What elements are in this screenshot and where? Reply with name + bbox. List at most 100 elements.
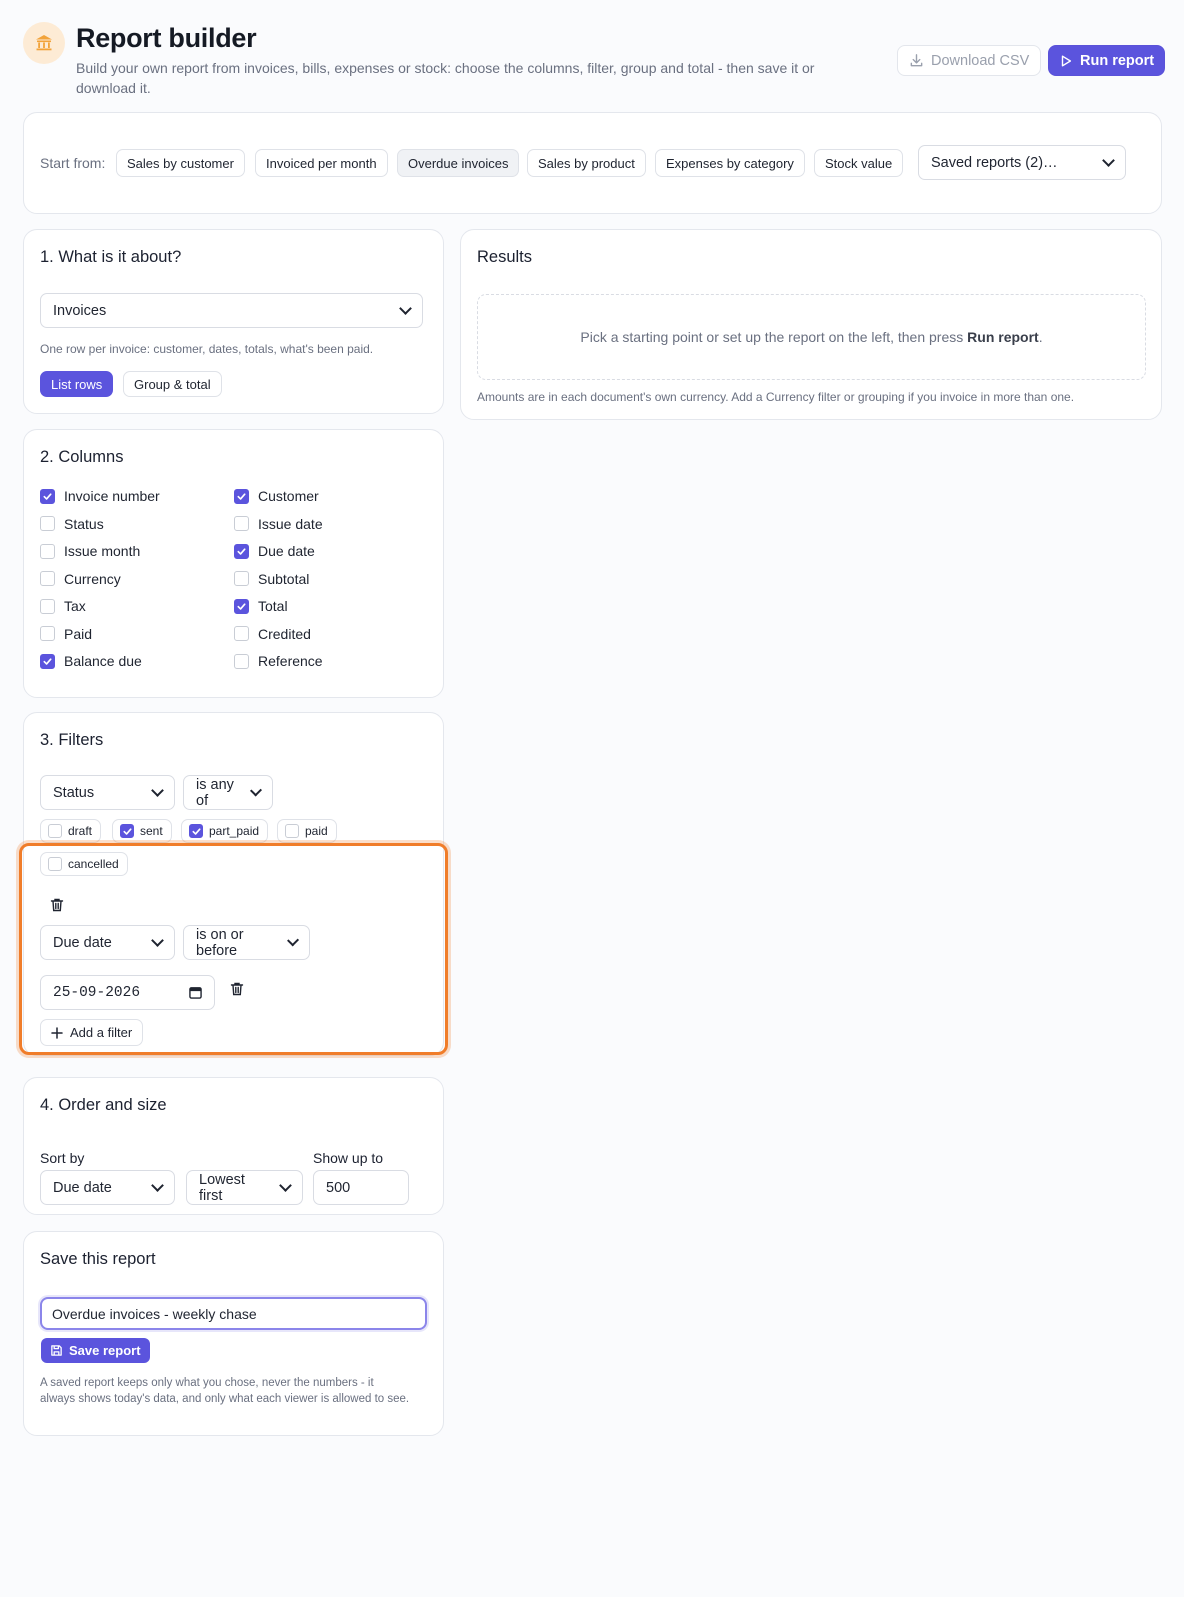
- checkbox-checked-icon[interactable]: [234, 543, 249, 559]
- report-name-value: Overdue invoices - weekly chase: [52, 1305, 257, 1322]
- column-option[interactable]: Reference: [234, 653, 323, 669]
- column-option-label: Issue month: [64, 543, 141, 559]
- column-option[interactable]: Customer: [234, 488, 319, 504]
- filter-1-field-select[interactable]: Status: [40, 775, 175, 810]
- checkbox-checked-icon[interactable]: [40, 653, 55, 669]
- column-option-label: Paid: [64, 625, 93, 642]
- checkbox-empty-icon[interactable]: [234, 571, 249, 586]
- page-subtitle: Build your own report from invoices, bil…: [76, 60, 815, 96]
- results-currency-note: Amounts are in each document's own curre…: [477, 390, 1075, 404]
- checkbox-checked-icon[interactable]: [234, 488, 249, 504]
- column-option[interactable]: Tax: [40, 598, 86, 614]
- preset-expenses-by-category[interactable]: Expenses by category: [655, 149, 805, 177]
- save-panel: Save this report Overdue invoices - week…: [23, 1231, 444, 1436]
- preset-sales-by-customer[interactable]: Sales by customer: [116, 149, 245, 177]
- checkbox-empty-icon[interactable]: [48, 857, 62, 871]
- delete-filter-2-trash-icon[interactable]: [229, 981, 245, 997]
- results-empty-text: Pick a starting point or set up the repo…: [580, 329, 964, 345]
- column-option[interactable]: Total: [234, 598, 288, 614]
- checkbox-empty-icon[interactable]: [40, 598, 55, 614]
- download-csv-button[interactable]: Download CSV: [897, 45, 1042, 76]
- floppy-disk-icon: [51, 1345, 62, 1356]
- results-panel: Results Pick a starting point or set up …: [460, 229, 1162, 420]
- column-option[interactable]: Currency: [40, 571, 121, 587]
- delete-filter-1-trash-icon[interactable]: [49, 897, 65, 913]
- filter-2-date-input[interactable]: 25-09-2026: [40, 975, 215, 1010]
- plus-icon: [51, 1026, 63, 1039]
- report-name-input[interactable]: Overdue invoices - weekly chase: [40, 1297, 427, 1330]
- column-option-label: Reference: [258, 653, 323, 669]
- checkbox-empty-icon[interactable]: [285, 824, 299, 838]
- sort-field-select[interactable]: Due date: [40, 1170, 175, 1205]
- checkbox-empty-icon[interactable]: [48, 824, 62, 838]
- preset-sales-by-product[interactable]: Sales by product: [527, 149, 646, 177]
- saved-reports-select[interactable]: Saved reports (2)…: [918, 145, 1126, 180]
- checkbox-empty-icon[interactable]: [40, 543, 55, 559]
- column-option[interactable]: Issue date: [234, 516, 323, 532]
- source-select[interactable]: Invoices: [40, 293, 423, 328]
- filter-2-field-select[interactable]: Due date: [40, 925, 175, 960]
- preset-invoiced-per-month[interactable]: Invoiced per month: [255, 149, 388, 177]
- row-limit-input[interactable]: 500: [313, 1170, 409, 1205]
- preset-stock-value[interactable]: Stock value: [814, 149, 904, 177]
- list-rows-button[interactable]: List rows: [40, 371, 114, 397]
- filters-panel: 3. Filters Status is any of draft sent par…: [23, 712, 444, 1056]
- status-option-label: paid: [305, 824, 328, 838]
- column-option[interactable]: Issue month: [40, 543, 140, 559]
- group-total-button[interactable]: Group & total: [123, 371, 222, 397]
- status-option-sent[interactable]: sent: [112, 819, 172, 843]
- checkbox-checked-icon[interactable]: [234, 598, 249, 614]
- column-option[interactable]: Credited: [234, 626, 311, 642]
- save-report-button[interactable]: Save report: [41, 1338, 150, 1363]
- filter-1-field-value: Status: [53, 784, 95, 801]
- add-filter-button[interactable]: Add a filter: [40, 1019, 144, 1046]
- status-option-label: draft: [68, 824, 93, 838]
- play-icon: [1061, 54, 1072, 67]
- filter-1-operator-select[interactable]: is any of: [183, 775, 273, 810]
- checkbox-checked-icon[interactable]: [189, 824, 203, 838]
- status-option-draft[interactable]: draft: [40, 819, 102, 843]
- source-panel: 1. What is it about? Invoices One row pe…: [23, 229, 444, 414]
- checkbox-empty-icon[interactable]: [40, 516, 55, 531]
- chevron-down-icon: [279, 1178, 292, 1192]
- checkbox-empty-icon[interactable]: [234, 653, 249, 669]
- source-value: Invoices: [53, 302, 107, 319]
- checkbox-empty-icon[interactable]: [40, 571, 55, 586]
- checkbox-checked-icon[interactable]: [40, 488, 55, 504]
- checkbox-empty-icon[interactable]: [40, 626, 55, 641]
- sort-direction-value: Lowest first: [199, 1171, 245, 1204]
- status-option-part-paid[interactable]: part_paid: [181, 819, 269, 843]
- checkbox-checked-icon[interactable]: [120, 824, 134, 838]
- checkbox-empty-icon[interactable]: [234, 626, 249, 641]
- column-option-label: Currency: [64, 570, 121, 587]
- preset-overdue-invoices[interactable]: Overdue invoices: [397, 149, 520, 177]
- calendar-icon[interactable]: [189, 986, 202, 999]
- show-up-to-label: Show up to: [313, 1150, 384, 1166]
- sort-direction-select[interactable]: Lowest first: [186, 1170, 303, 1205]
- column-option[interactable]: Balance due: [40, 653, 142, 669]
- run-report-button[interactable]: Run report: [1048, 45, 1166, 76]
- page-title: Report builder: [76, 23, 257, 53]
- column-option[interactable]: Invoice number: [40, 488, 160, 504]
- download-icon: [910, 54, 923, 67]
- checkbox-empty-icon[interactable]: [234, 516, 249, 531]
- source-title: 1. What is it about?: [40, 248, 182, 266]
- status-option-cancelled[interactable]: cancelled: [40, 852, 128, 876]
- column-option-label: Credited: [258, 625, 311, 642]
- column-option-label: Status: [64, 515, 104, 532]
- column-option[interactable]: Paid: [40, 626, 92, 642]
- filter-2-date-value: 25-09-2026: [53, 984, 141, 1001]
- status-option-label: cancelled: [68, 857, 119, 871]
- status-option-label: part_paid: [209, 824, 260, 838]
- column-option[interactable]: Status: [40, 516, 104, 532]
- columns-title: 2. Columns: [40, 448, 124, 466]
- columns-panel: 2. Columns Invoice number Customer Status I…: [23, 429, 444, 698]
- filter-2-operator-select[interactable]: is on or before: [183, 925, 310, 960]
- status-option-paid[interactable]: paid: [277, 819, 337, 843]
- results-empty-suffix: .: [1038, 329, 1043, 345]
- column-option-label: Invoice number: [64, 488, 160, 504]
- column-option-label: Tax: [64, 598, 86, 614]
- column-option-label: Issue date: [258, 515, 323, 532]
- column-option[interactable]: Due date: [234, 543, 315, 559]
- column-option[interactable]: Subtotal: [234, 571, 309, 587]
